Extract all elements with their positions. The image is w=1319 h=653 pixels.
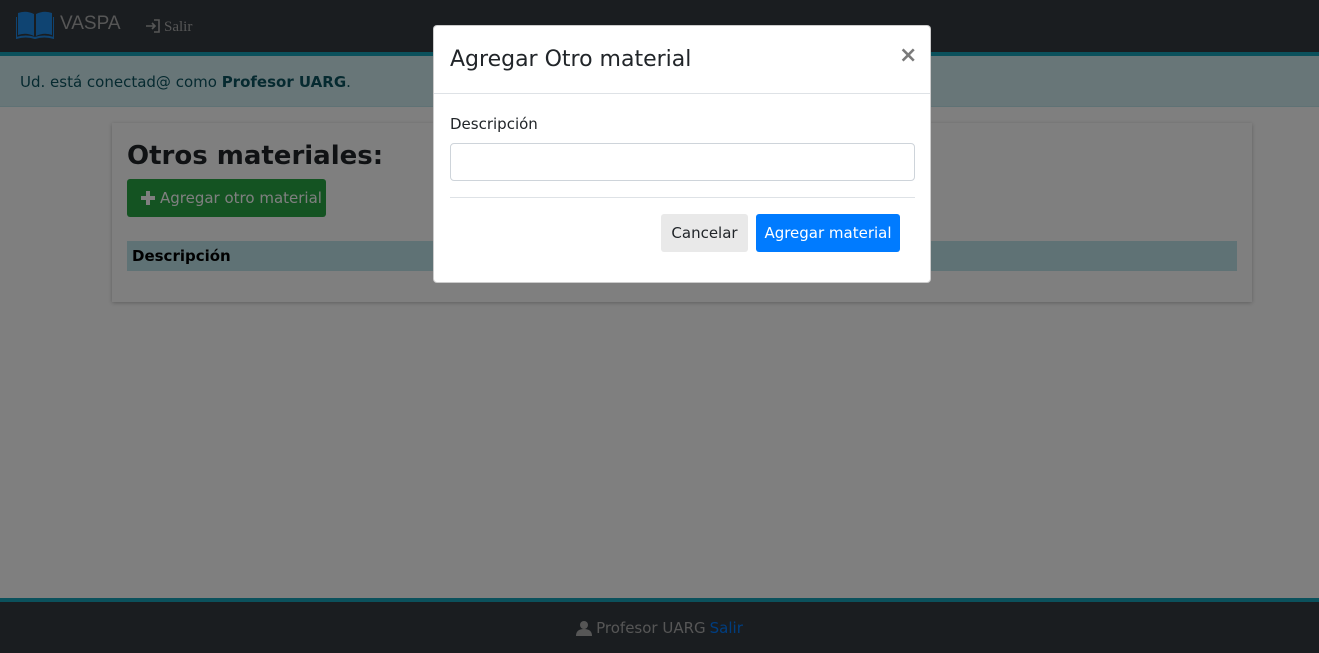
description-label: Descripción [450,115,538,133]
modal-title: Agregar Otro material [450,47,692,72]
close-icon[interactable]: × [899,45,917,67]
modal-header: Agregar Otro material × [434,26,930,94]
modal-divider [450,197,915,198]
add-material-submit-button[interactable]: Agregar material [756,214,900,252]
cancel-button[interactable]: Cancelar [661,214,748,252]
add-material-modal: Agregar Otro material × Descripción Canc… [433,25,931,283]
description-field[interactable] [450,143,915,181]
